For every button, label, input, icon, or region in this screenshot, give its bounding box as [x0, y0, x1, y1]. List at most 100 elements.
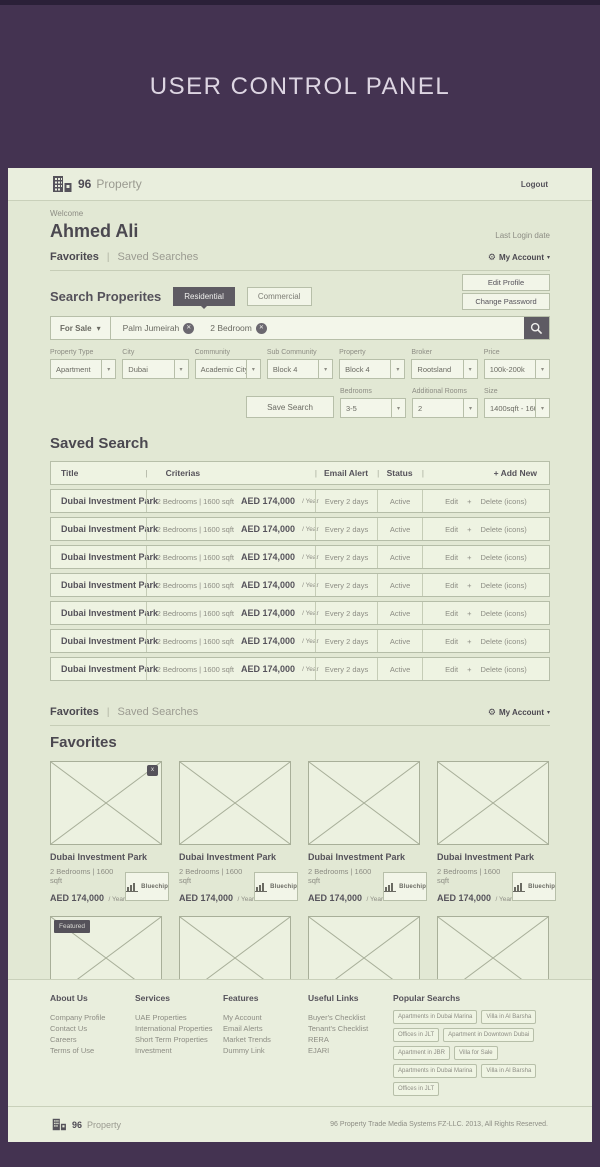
my-account-menu[interactable]: ⚙ My Account ▾ [488, 252, 550, 263]
favorite-card: Dubai Investment Park 2 Bedrooms | 1600 … [308, 916, 420, 979]
tab-favorites[interactable]: Favorites [50, 706, 99, 718]
change-password-button[interactable]: Change Password [462, 293, 550, 310]
row-email-alert: Every 2 days [315, 630, 377, 652]
delete-button[interactable]: Delete (icons) [481, 665, 527, 674]
tab-saved-searches[interactable]: Saved Searches [118, 706, 199, 718]
edit-button[interactable]: Edit [445, 665, 458, 674]
plus-icon[interactable]: + [467, 553, 471, 562]
filter-select[interactable]: 1400sqft - 1600sqft ▾ [484, 398, 550, 418]
add-new-button[interactable]: + Add New [422, 462, 549, 484]
plus-icon[interactable]: + [467, 665, 471, 674]
filter-select[interactable]: 100k-200k ▾ [484, 359, 550, 379]
row-email-alert: Every 2 days [315, 518, 377, 540]
footer-link[interactable]: EJARI [308, 1045, 393, 1056]
commercial-toggle-button[interactable]: Commercial [247, 287, 312, 306]
footer-link[interactable]: UAE Properties [135, 1012, 223, 1023]
row-criteria-text: 2 Bedrooms | 1600 sqft [157, 497, 234, 506]
property-image-placeholder[interactable] [179, 916, 291, 979]
property-image-placeholder[interactable] [437, 916, 549, 979]
search-input-area[interactable]: Palm Jumeirah ✕ 2 Bedroom ✕ [111, 317, 524, 339]
plus-icon[interactable]: + [467, 525, 471, 534]
popular-search-button[interactable]: Villa in Al Barsha [481, 1064, 536, 1078]
property-image-placeholder[interactable] [308, 761, 420, 845]
tab-separator: | [107, 252, 110, 263]
footer-link[interactable]: My Account [223, 1012, 308, 1023]
filter-select[interactable]: Apartment ▾ [50, 359, 116, 379]
tab-favorites[interactable]: Favorites [50, 251, 99, 263]
popular-search-button[interactable]: Apartments in Dubai Marina [393, 1010, 477, 1024]
edit-button[interactable]: Edit [445, 609, 458, 618]
edit-button[interactable]: Edit [445, 497, 458, 506]
popular-search-button[interactable]: Offices in JLT [393, 1082, 439, 1096]
remove-tag-icon[interactable]: ✕ [183, 323, 194, 334]
row-status: Active [377, 518, 422, 540]
my-account-menu[interactable]: ⚙ My Account ▾ [488, 707, 550, 718]
filter-select[interactable]: Rootsland ▾ [411, 359, 477, 379]
footer-link[interactable]: Tenant's Checklist [308, 1023, 393, 1034]
filter-select[interactable]: Academic City ▾ [195, 359, 261, 379]
logout-link[interactable]: Logout [521, 180, 548, 189]
filter-label: Sub Community [267, 349, 333, 356]
footer-link[interactable]: RERA [308, 1034, 393, 1045]
chevron-down-icon: ▾ [101, 360, 115, 378]
footer-link[interactable]: Market Trends [223, 1034, 308, 1045]
property-image-placeholder[interactable] [437, 761, 549, 845]
popular-search-button[interactable]: Apartments in Dubai Marina [393, 1064, 477, 1078]
footer-link[interactable]: Dummy Link [223, 1045, 308, 1056]
footer-link[interactable]: Careers [50, 1034, 135, 1045]
popular-search-button[interactable]: Apartment in Downtown Dubai [443, 1028, 534, 1042]
delete-button[interactable]: Delete (icons) [481, 553, 527, 562]
user-name: Ahmed Ali [50, 221, 138, 242]
popular-search-button[interactable]: Villa in Al Barsha [481, 1010, 536, 1024]
property-image-placeholder[interactable]: x [50, 761, 162, 845]
footer-link[interactable]: Buyer's Checklist [308, 1012, 393, 1023]
search-button[interactable] [524, 317, 549, 339]
popular-search-button[interactable]: Apartment in JBR [393, 1046, 450, 1060]
footer-link[interactable]: International Properties [135, 1023, 223, 1034]
filter-select[interactable]: 3-5 ▾ [340, 398, 406, 418]
edit-button[interactable]: Edit [445, 637, 458, 646]
remove-tag-icon[interactable]: ✕ [256, 323, 267, 334]
saved-search-rows: Dubai Investment Park 2 Bedrooms | 1600 … [50, 489, 550, 681]
save-search-button[interactable]: Save Search [246, 396, 334, 418]
plus-icon[interactable]: + [467, 497, 471, 506]
filter-select[interactable]: Dubai ▾ [122, 359, 188, 379]
delete-button[interactable]: Delete (icons) [481, 609, 527, 618]
property-image-placeholder[interactable] [179, 761, 291, 845]
row-criterias: 2 Bedrooms | 1600 sqft AED 174,000 / Yea… [146, 546, 315, 568]
edit-button[interactable]: Edit [445, 581, 458, 590]
remove-favorite-button[interactable]: x [147, 765, 158, 776]
footer-link[interactable]: Email Alerts [223, 1023, 308, 1034]
row-actions: Edit + Delete (icons) [422, 574, 549, 596]
placeholder-cross-icon [309, 917, 419, 979]
popular-search-button[interactable]: Offices in JLT [393, 1028, 439, 1042]
row-email-alert: Every 2 days [315, 546, 377, 568]
plus-icon[interactable]: + [467, 581, 471, 590]
property-image-placeholder[interactable] [308, 916, 420, 979]
footer-link[interactable]: Terms of Use [50, 1045, 135, 1056]
filter-select[interactable]: Block 4 ▾ [339, 359, 405, 379]
footer-link[interactable]: Short Term Properties [135, 1034, 223, 1045]
edit-button[interactable]: Edit [445, 525, 458, 534]
row-criterias: 2 Bedrooms | 1600 sqft AED 174,000 / Yea… [146, 574, 315, 596]
plus-icon[interactable]: + [467, 637, 471, 646]
residential-toggle-button[interactable]: Residential [173, 287, 235, 306]
filter-select[interactable]: Block 4 ▾ [267, 359, 333, 379]
delete-button[interactable]: Delete (icons) [481, 581, 527, 590]
plus-icon[interactable]: + [467, 609, 471, 618]
delete-button[interactable]: Delete (icons) [481, 525, 527, 534]
delete-button[interactable]: Delete (icons) [481, 637, 527, 646]
popular-search-button[interactable]: Villa for Sale [454, 1046, 498, 1060]
edit-profile-button[interactable]: Edit Profile [462, 274, 550, 291]
for-sale-dropdown[interactable]: For Sale ▾ [51, 317, 111, 339]
table-row: Dubai Investment Park 2 Bedrooms | 1600 … [50, 489, 550, 513]
row-criterias: 2 Bedrooms | 1600 sqft AED 174,000 / Yea… [146, 518, 315, 540]
edit-button[interactable]: Edit [445, 553, 458, 562]
footer-link[interactable]: Contact Us [50, 1023, 135, 1034]
property-image-placeholder[interactable]: Featured [50, 916, 162, 979]
filter-select[interactable]: 2 ▾ [412, 398, 478, 418]
footer-link[interactable]: Investment [135, 1045, 223, 1056]
footer-link[interactable]: Company Profile [50, 1012, 135, 1023]
delete-button[interactable]: Delete (icons) [481, 497, 527, 506]
tab-saved-searches[interactable]: Saved Searches [118, 251, 199, 263]
